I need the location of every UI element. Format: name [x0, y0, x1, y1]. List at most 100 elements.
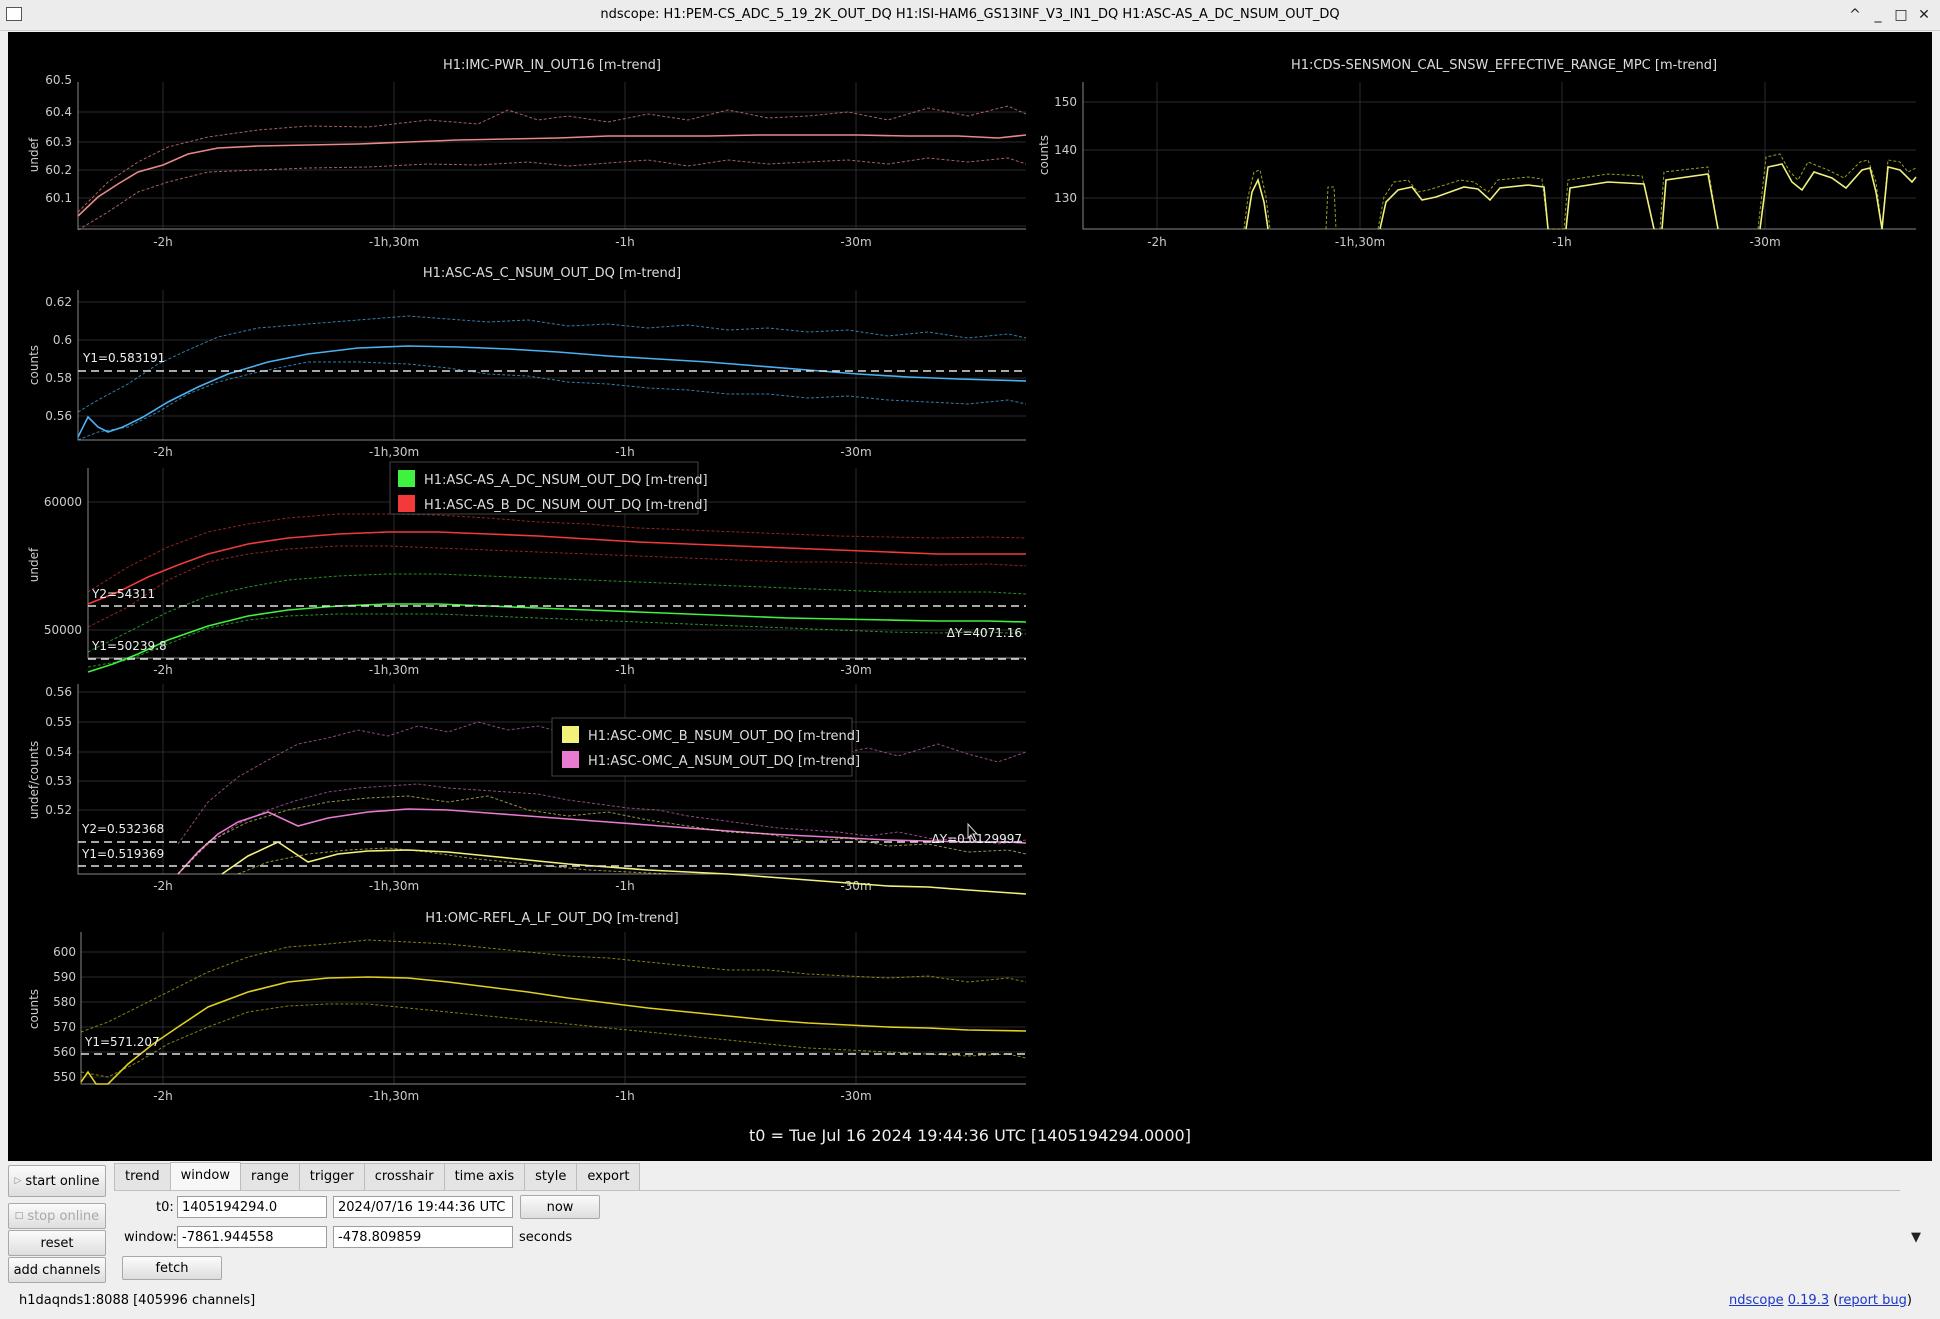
tab-trend[interactable]: trend	[114, 1163, 171, 1191]
stop-icon: □	[14, 1211, 24, 1221]
plot-asc-omc[interactable]: 0.56 0.55 0.54 0.53 0.52 undef/counts -2…	[27, 684, 1027, 895]
cursor-y1-label: Y1=0.583191	[82, 351, 165, 365]
y-tick: 0.62	[45, 295, 72, 309]
y-tick: 0.53	[45, 774, 72, 788]
status-text: h1daqnds1:8088 [405996 channels]	[19, 1293, 256, 1308]
window-end-input[interactable]	[333, 1226, 513, 1248]
y-tick: 570	[53, 1020, 76, 1034]
y-tick: 0.6	[53, 333, 72, 347]
x-tick: -1h	[615, 1089, 635, 1103]
x-tick: -2h	[153, 663, 173, 677]
t0-field-label: t0:	[156, 1200, 174, 1215]
reset-button[interactable]: reset	[8, 1230, 106, 1256]
window-start-input[interactable]	[177, 1226, 327, 1248]
version-info: ndscope 0.19.3 (report bug)	[1728, 1293, 1912, 1308]
tab-range[interactable]: range	[239, 1163, 300, 1191]
tab-window[interactable]: window	[169, 1162, 241, 1190]
y-tick: 0.56	[45, 685, 72, 699]
x-tick: -30m	[840, 445, 871, 459]
y-tick: 60.2	[45, 163, 72, 177]
x-tick: -2h	[153, 1089, 173, 1103]
x-tick: -1h,30m	[369, 879, 419, 893]
seconds-label: seconds	[519, 1230, 573, 1245]
tab-trigger[interactable]: trigger	[298, 1163, 365, 1191]
tab-crosshair[interactable]: crosshair	[363, 1163, 445, 1191]
y-tick: 60.4	[45, 105, 72, 119]
stop-online-button[interactable]: □ stop online	[8, 1203, 106, 1229]
y-axis-label: counts	[1037, 135, 1051, 175]
y-tick: 580	[53, 995, 76, 1009]
x-tick: -30m	[840, 235, 871, 249]
ndscope-link[interactable]: ndscope	[1729, 1293, 1784, 1308]
y-tick: 60.5	[45, 73, 72, 87]
legend-entry: H1:ASC-AS_B_DC_NSUM_OUT_DQ [m-trend]	[424, 498, 708, 513]
plot-cds[interactable]: H1:CDS-SENSMON_CAL_SNSW_EFFECTIVE_RANGE_…	[1037, 58, 1917, 249]
window-shade-icon[interactable]: ^	[1845, 5, 1865, 25]
t0-gps-input[interactable]	[177, 1196, 327, 1218]
y-tick: 590	[53, 970, 76, 984]
legend-entry: H1:ASC-OMC_B_NSUM_OUT_DQ [m-trend]	[588, 729, 860, 744]
x-tick: -2h	[153, 879, 173, 893]
y-tick: 0.54	[45, 745, 72, 759]
y-tick: 60000	[44, 495, 82, 509]
y-tick: 0.52	[45, 803, 72, 817]
window-title: ndscope: H1:PEM-CS_ADC_5_19_2K_OUT_DQ H1…	[600, 7, 1340, 22]
plot-title: H1:CDS-SENSMON_CAL_SNSW_EFFECTIVE_RANGE_…	[1291, 58, 1717, 73]
legend-swatch	[398, 470, 415, 487]
y-axis-label: counts	[27, 345, 41, 385]
y-tick: 560	[53, 1045, 76, 1059]
fetch-button[interactable]: fetch	[122, 1256, 222, 1280]
window-field-label: window:	[124, 1230, 177, 1245]
y-tick: 60.3	[45, 135, 72, 149]
start-online-button[interactable]: ▷ start online	[8, 1165, 106, 1197]
y-tick: 130	[1054, 191, 1077, 205]
x-tick: -1h,30m	[1335, 235, 1385, 249]
maximize-icon[interactable]: □	[1891, 5, 1911, 25]
x-tick: -1h	[615, 879, 635, 893]
t0-utc-input[interactable]	[333, 1196, 513, 1218]
y-tick: 140	[1054, 143, 1077, 157]
cursor-y2-label: Y2=54311	[91, 587, 155, 601]
y-tick: 150	[1054, 95, 1077, 109]
x-tick: -30m	[840, 879, 871, 893]
plot-omc-refl[interactable]: H1:OMC-REFL_A_LF_OUT_DQ [m-trend] 600 59…	[27, 911, 1027, 1103]
add-channels-button[interactable]: add channels	[8, 1257, 106, 1283]
version-link[interactable]: 0.19.3	[1788, 1293, 1829, 1308]
x-tick: -30m	[840, 663, 871, 677]
x-tick: -1h,30m	[369, 235, 419, 249]
tab-export[interactable]: export	[576, 1163, 641, 1191]
legend-entry: H1:ASC-OMC_A_NSUM_OUT_DQ [m-trend]	[588, 754, 860, 769]
minimize-icon[interactable]: _	[1868, 5, 1888, 25]
cursor-y1-label: Y1=50239.8	[91, 639, 167, 653]
tab-style[interactable]: style	[524, 1163, 578, 1191]
y-axis-label: counts	[27, 989, 41, 1029]
plot-asc-as-ab[interactable]: 60000 50000 undef -2h -1h,30m -1h -30m Y…	[27, 461, 1027, 677]
cursor-y1-label: Y1=571.207	[84, 1035, 160, 1049]
y-axis-label: undef	[27, 547, 41, 582]
control-tabs: trend window range trigger crosshair tim…	[114, 1162, 641, 1191]
x-tick: -30m	[1749, 235, 1780, 249]
y-tick: 550	[53, 1070, 76, 1084]
plot-asc-as-c[interactable]: H1:ASC-AS_C_NSUM_OUT_DQ [m-trend] 0.62 0…	[27, 266, 1027, 459]
close-icon[interactable]: ✕	[1914, 5, 1934, 25]
window-titlebar: ndscope: H1:PEM-CS_ADC_5_19_2K_OUT_DQ H1…	[0, 0, 1940, 31]
x-tick: -1h	[615, 663, 635, 677]
x-tick: -2h	[153, 445, 173, 459]
tab-time-axis[interactable]: time axis	[443, 1163, 526, 1191]
y-tick: 600	[53, 945, 76, 959]
y-tick: 50000	[44, 623, 82, 637]
report-bug-link[interactable]: report bug	[1838, 1293, 1907, 1308]
y-tick: 60.1	[45, 191, 72, 205]
plot-imc[interactable]: H1:IMC-PWR_IN_OUT16 [m-trend] 60.5 60.4 …	[27, 58, 1027, 249]
x-tick: -1h	[1552, 235, 1572, 249]
tab-divider	[114, 1190, 1900, 1191]
x-tick: -30m	[840, 1089, 871, 1103]
x-tick: -1h	[615, 235, 635, 249]
now-button[interactable]: now	[520, 1195, 600, 1219]
x-tick: -2h	[1147, 235, 1167, 249]
y-tick: 0.56	[45, 409, 72, 423]
expand-panel-icon[interactable]: ▼	[1911, 1230, 1921, 1245]
plot-title: H1:OMC-REFL_A_LF_OUT_DQ [m-trend]	[425, 911, 678, 926]
cursor-y2-label: Y2=0.532368	[81, 822, 164, 836]
plot-title: H1:IMC-PWR_IN_OUT16 [m-trend]	[443, 58, 661, 73]
